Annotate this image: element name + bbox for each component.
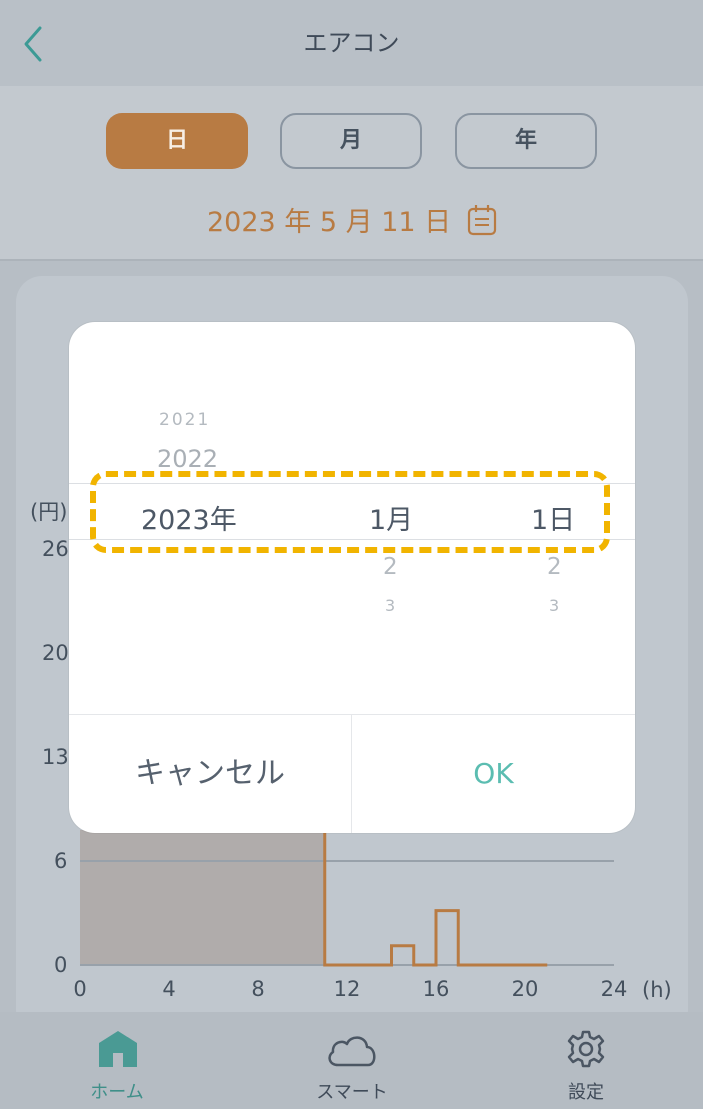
ok-button[interactable]: OK	[352, 715, 635, 833]
selection-highlight	[90, 471, 610, 553]
year-option[interactable]: 2021	[159, 410, 210, 430]
nav-item-home[interactable]: ホーム	[58, 1012, 176, 1109]
nav-label-smart: スマート	[316, 1082, 388, 1103]
month-option[interactable]: 3	[385, 596, 395, 615]
gear-icon	[567, 1030, 605, 1068]
nav-item-smart[interactable]: スマート	[292, 1012, 412, 1109]
x-axis-unit: (h)	[642, 978, 672, 1002]
x-tick-label: 4	[162, 977, 176, 1001]
date-picker-dialog: 2021 2022 2023年 1月 1日 2 3 2 3 キャンセル OK	[69, 322, 635, 833]
month-option[interactable]: 2	[383, 554, 398, 580]
cancel-button[interactable]: キャンセル	[69, 715, 351, 833]
x-tick-label: 24	[600, 977, 628, 1001]
cloud-icon	[328, 1036, 376, 1067]
nav-item-settings[interactable]: 設定	[527, 1012, 645, 1109]
nav-label-home: ホーム	[90, 1082, 144, 1103]
nav-label-settings: 設定	[568, 1082, 604, 1103]
x-tick-label: 8	[251, 977, 265, 1001]
x-tick-label: 20	[511, 977, 539, 1001]
x-tick-label: 16	[422, 977, 450, 1001]
usage-line	[323, 830, 548, 967]
day-option[interactable]: 3	[549, 596, 559, 615]
home-icon	[99, 1031, 137, 1067]
year-option[interactable]: 2022	[157, 445, 218, 473]
x-tick-label: 0	[73, 977, 87, 1001]
day-option[interactable]: 2	[547, 554, 562, 580]
x-tick-label: 12	[333, 977, 361, 1001]
chart-shaded-area	[80, 830, 324, 965]
